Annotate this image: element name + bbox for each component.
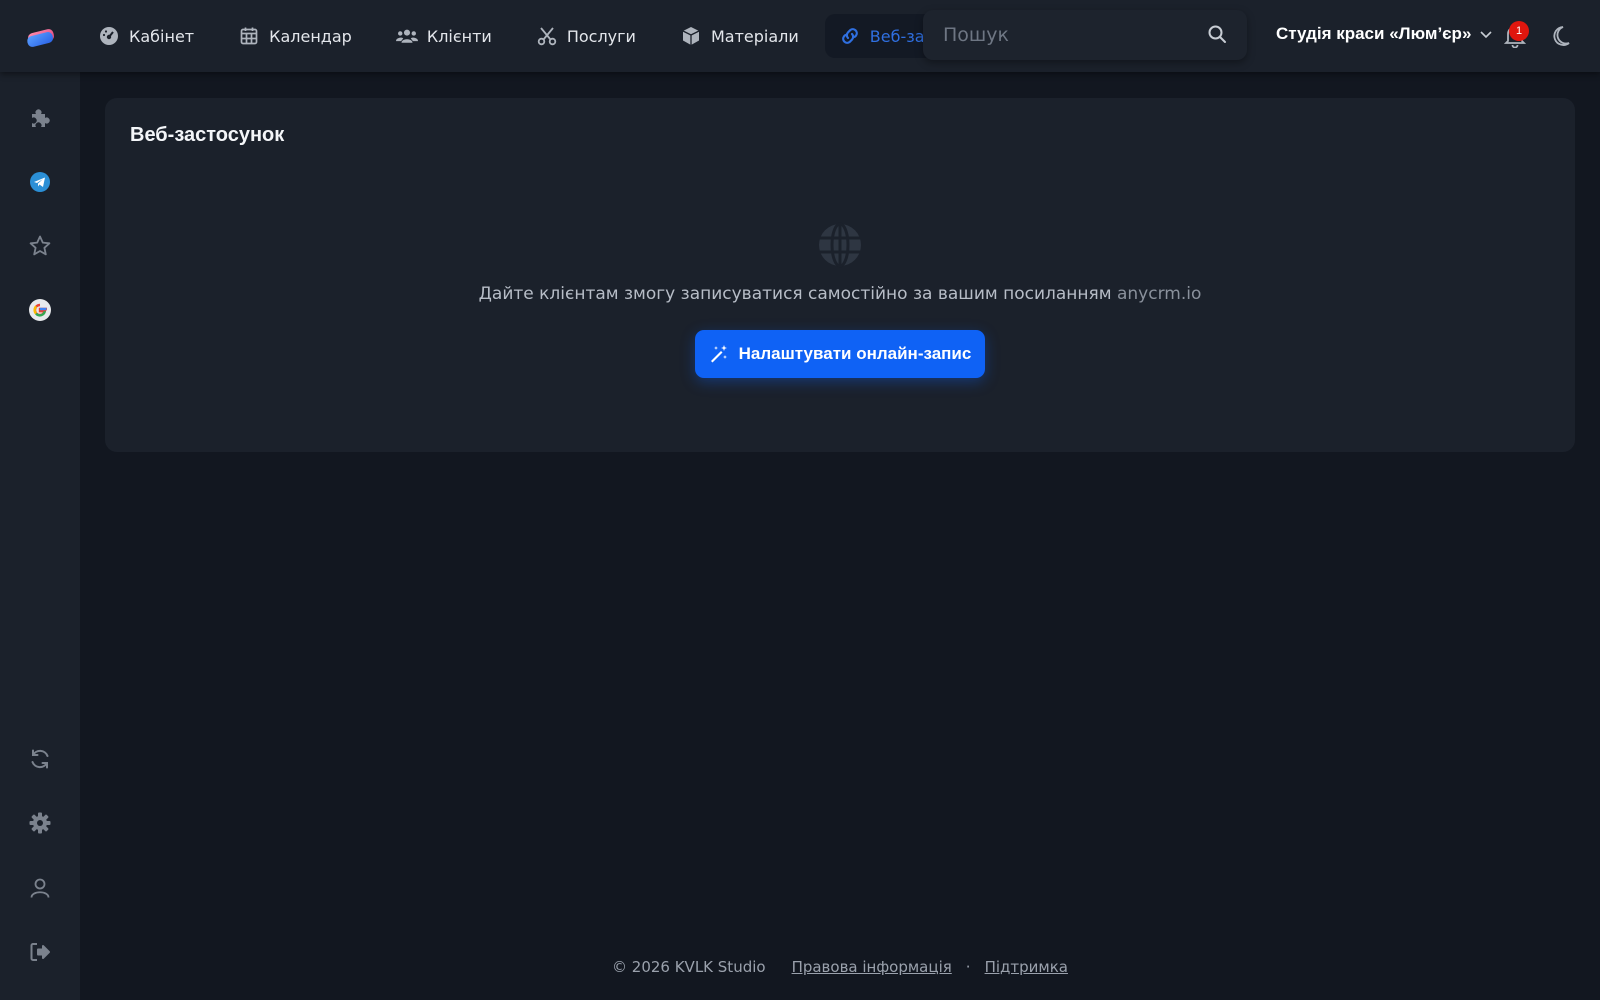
box-icon <box>680 25 702 47</box>
telegram-icon[interactable] <box>26 168 54 196</box>
empty-state-text: Дайте клієнтам змогу записуватися самост… <box>105 284 1575 304</box>
nav-item-materials[interactable]: Матеріали <box>680 14 799 58</box>
search-input[interactable] <box>923 24 1183 46</box>
dashboard-gauge-icon <box>98 25 120 47</box>
domain-text: anycrm.io <box>1116 284 1202 304</box>
top-bar: Кабінет Календар Клієнти Послуги Матеріа… <box>0 0 1600 72</box>
page-title: Веб-застосунок <box>130 124 285 146</box>
sync-icon[interactable] <box>26 745 54 773</box>
footer: © 2026 KVLK Studio Правова інформація · … <box>80 958 1600 976</box>
search-icon[interactable] <box>1207 24 1227 44</box>
studio-name: Студія краси «Люм’єр» <box>1276 24 1472 43</box>
users-icon <box>395 25 418 47</box>
moon-icon[interactable] <box>1553 25 1575 47</box>
copyright-text: © 2026 KVLK Studio <box>612 958 766 976</box>
sidebar <box>0 72 80 1000</box>
main-nav: Кабінет Календар Клієнти Послуги Матеріа… <box>98 0 995 72</box>
legal-info-link[interactable]: Правова інформація <box>792 958 952 976</box>
nav-label: Матеріали <box>710 26 799 46</box>
star-icon[interactable] <box>26 232 54 260</box>
footer-separator: · <box>965 958 971 976</box>
nav-label: Кабінет <box>129 26 195 46</box>
calendar-icon <box>238 25 260 47</box>
globe-icon <box>819 222 861 268</box>
setup-online-booking-button[interactable]: Налаштувати онлайн-запис <box>695 330 985 378</box>
nav-label: Календар <box>269 26 352 46</box>
notification-badge: 1 <box>1509 21 1529 41</box>
nav-label: Клієнти <box>426 26 492 46</box>
nav-item-services[interactable]: Послуги <box>536 14 636 58</box>
nav-item-calendar[interactable]: Календар <box>238 14 352 58</box>
user-icon[interactable] <box>26 874 54 902</box>
search-box <box>923 10 1247 60</box>
magic-wand-icon <box>710 345 727 363</box>
studio-selector[interactable]: Студія краси «Люм’єр» <box>1276 24 1493 44</box>
support-link[interactable]: Підтримка <box>985 958 1068 976</box>
puzzle-icon[interactable] <box>26 104 54 132</box>
scissors-icon <box>536 25 558 47</box>
gear-icon[interactable] <box>26 809 54 837</box>
anycrm-logo-icon[interactable] <box>24 22 58 50</box>
button-label: Налаштувати онлайн-запис <box>738 344 972 363</box>
nav-item-dashboard[interactable]: Кабінет <box>98 14 194 58</box>
nav-item-clients[interactable]: Клієнти <box>395 14 492 58</box>
link-icon <box>839 25 861 47</box>
nav-label: Послуги <box>566 26 636 46</box>
chevron-down-icon <box>1480 31 1492 39</box>
logout-icon[interactable] <box>26 938 54 966</box>
google-icon[interactable] <box>26 296 54 324</box>
web-app-card: Веб-застосунок Дайте клієнтам змогу запи… <box>105 98 1575 452</box>
empty-state-description: Дайте клієнтам змогу записуватися самост… <box>478 284 1112 304</box>
